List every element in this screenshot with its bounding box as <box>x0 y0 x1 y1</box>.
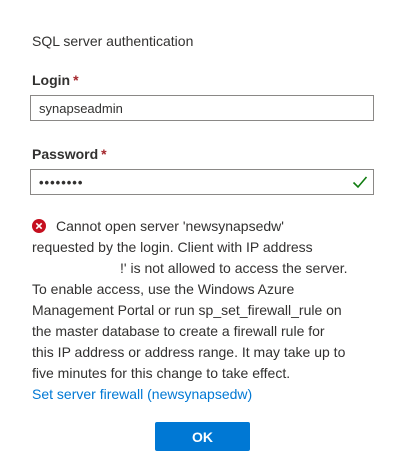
error-line: !' is not allowed to access the server. <box>32 258 382 279</box>
login-label: Login * <box>32 72 79 88</box>
required-marker: * <box>73 72 79 88</box>
error-line-text: Cannot open server 'newsynapsedw' <box>56 218 284 234</box>
sql-auth-dialog: SQL server authentication Login* Passwor… <box>0 0 393 467</box>
error-line: the master database to create a firewall… <box>32 323 325 339</box>
error-line: requested by the login. Client with IP a… <box>32 239 313 255</box>
required-marker: * <box>101 146 107 162</box>
password-input[interactable] <box>30 169 374 195</box>
ok-button[interactable]: OK <box>155 422 250 451</box>
error-line: Cannot open server 'newsynapsedw' <box>32 216 382 237</box>
login-input[interactable] <box>30 95 374 121</box>
error-circle-icon <box>32 219 46 233</box>
password-label-text: Password <box>32 146 99 162</box>
error-line: Management Portal or run sp_set_firewall… <box>32 302 342 318</box>
set-server-firewall-link[interactable]: Set server firewall (newsynapsedw) <box>32 386 252 402</box>
error-message: Cannot open server 'newsynapsedw' reques… <box>32 216 382 384</box>
error-line: five minutes for this change to take eff… <box>32 365 291 381</box>
check-icon <box>352 176 368 189</box>
password-label: Password * <box>32 146 107 162</box>
error-line: To enable access, use the Windows Azure <box>32 281 295 297</box>
error-line-text: !' is not allowed to access the server. <box>120 260 348 276</box>
section-title: SQL server authentication <box>32 33 194 49</box>
error-line: this IP address or address range. It may… <box>32 344 346 360</box>
login-label-text: Login <box>32 72 71 88</box>
